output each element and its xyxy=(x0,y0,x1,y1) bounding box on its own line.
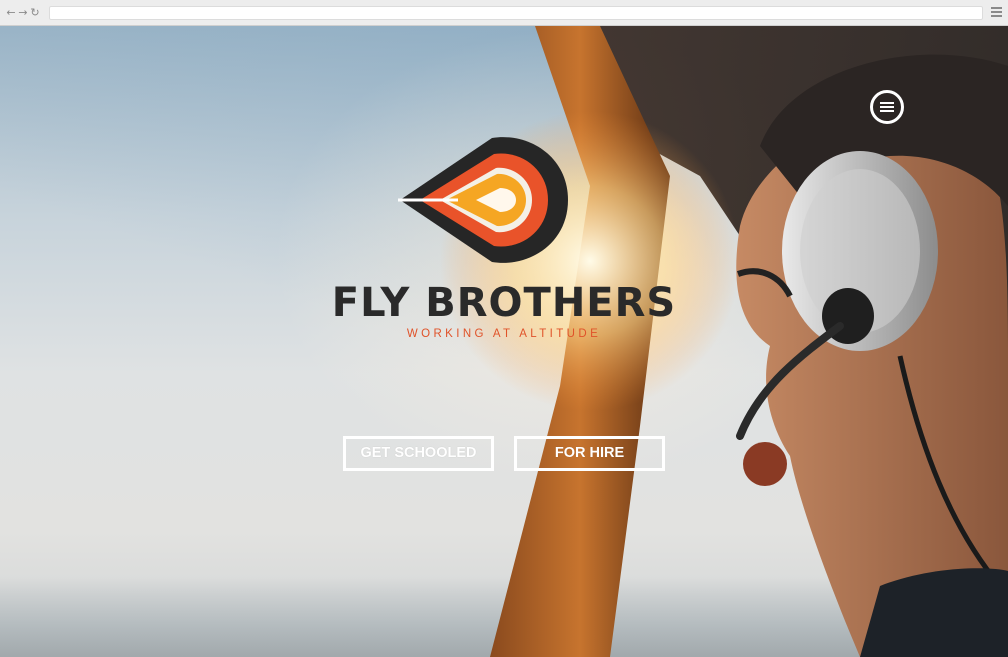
browser-nav: ← → ↻ xyxy=(6,6,40,19)
back-arrow-icon[interactable]: ← xyxy=(6,6,16,19)
hero-section: FLY BROTHERS WORKING AT ALTITUDE GET SCH… xyxy=(0,26,1008,657)
circle-hamburger-icon[interactable] xyxy=(870,90,904,124)
for-hire-button[interactable]: FOR HIRE xyxy=(514,436,665,471)
browser-toolbar: ← → ↻ xyxy=(0,0,1008,26)
pilot-photo xyxy=(440,26,1008,657)
get-schooled-button[interactable]: GET SCHOOLED xyxy=(343,436,494,471)
address-bar[interactable] xyxy=(49,6,983,20)
forward-arrow-icon[interactable]: → xyxy=(18,6,28,19)
reload-icon[interactable]: ↻ xyxy=(30,6,40,19)
drop-target-logo-icon xyxy=(398,137,568,263)
hamburger-menu-icon[interactable] xyxy=(991,7,1002,18)
brand-name: FLY BROTHERS xyxy=(331,280,677,326)
brand-tagline: WORKING AT ALTITUDE xyxy=(406,328,602,340)
